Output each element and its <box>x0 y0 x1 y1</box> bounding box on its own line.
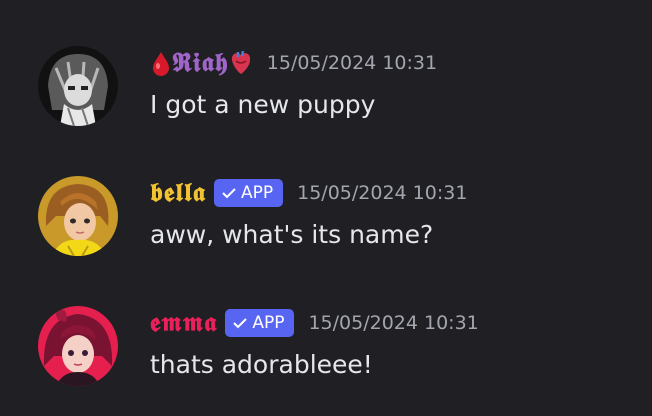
app-badge-label: APP <box>252 313 285 333</box>
riah-avatar-image <box>38 46 118 126</box>
bella-avatar-image <box>38 176 118 256</box>
username[interactable]: 𝖊𝖒𝖒𝖆 <box>150 306 217 340</box>
timestamp[interactable]: 15/05/2024 10:31 <box>297 182 467 204</box>
app-badge-label: APP <box>240 183 274 203</box>
message-content: aww, what's its name? <box>150 220 434 249</box>
message-item: 𝕽𝖎𝖆𝖍 15/05/2024 10:31 I got a new puppy <box>0 46 652 156</box>
username[interactable]: 𝕽𝖎𝖆𝖍 <box>172 46 229 80</box>
message-content: thats adorableee! <box>150 350 373 379</box>
message-item: 𝖇𝖊𝖑𝖑𝖆 APP 15/05/2024 10:31 aww, what's i… <box>0 176 652 286</box>
message-header: 𝖊𝖒𝖒𝖆 APP 15/05/2024 10:31 <box>150 306 479 340</box>
avatar[interactable] <box>38 176 118 256</box>
message-header: 𝕽𝖎𝖆𝖍 15/05/2024 10:31 <box>150 46 437 80</box>
app-badge: APP <box>213 179 284 207</box>
message-content: I got a new puppy <box>150 90 376 119</box>
emma-avatar-image <box>38 306 118 386</box>
anatomical-heart-icon <box>231 50 250 74</box>
checkmark-icon <box>233 317 248 329</box>
blood-drop-icon <box>153 52 169 76</box>
avatar[interactable] <box>38 46 118 126</box>
message-list: 𝕽𝖎𝖆𝖍 15/05/2024 10:31 I got a new puppy <box>0 0 652 416</box>
checkmark-icon <box>222 187 236 199</box>
timestamp[interactable]: 15/05/2024 10:31 <box>267 52 437 74</box>
timestamp[interactable]: 15/05/2024 10:31 <box>308 312 478 334</box>
message-header: 𝖇𝖊𝖑𝖑𝖆 APP 15/05/2024 10:31 <box>150 176 467 210</box>
username[interactable]: 𝖇𝖊𝖑𝖑𝖆 <box>150 176 206 210</box>
message-item: 𝖊𝖒𝖒𝖆 APP 15/05/2024 10:31 thats adorable… <box>0 306 652 416</box>
avatar[interactable] <box>38 306 118 386</box>
app-badge: APP <box>225 309 295 337</box>
